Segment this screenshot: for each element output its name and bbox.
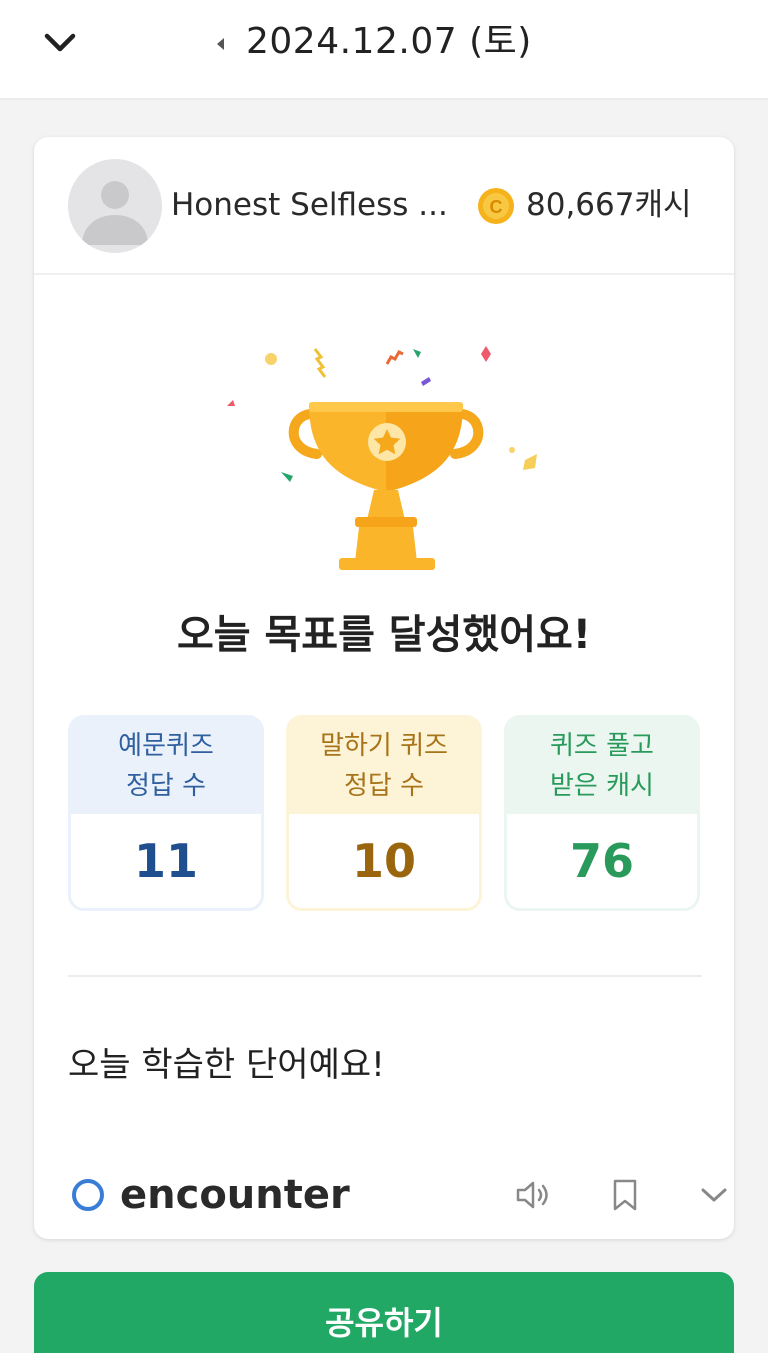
bookmark-icon[interactable]: [605, 1175, 645, 1215]
result-card: Honest Selfless ... C 80,667캐시 오늘 목표를 달성…: [34, 137, 734, 1239]
chevron-down-icon[interactable]: [38, 26, 82, 60]
stat-value: 10: [289, 814, 479, 908]
stat-value: 76: [507, 814, 697, 908]
circle-icon: [72, 1179, 104, 1211]
list-item[interactable]: encounter: [68, 1167, 727, 1223]
stat-label-line: 정답 수: [343, 771, 425, 801]
user-silhouette-icon: [82, 181, 148, 245]
trophy-icon: [209, 332, 559, 582]
coin-icon: C: [477, 187, 515, 225]
profile-header: Honest Selfless ... C 80,667캐시: [34, 137, 734, 275]
cash-balance: 80,667캐시: [526, 187, 692, 223]
caret-left-icon[interactable]: [210, 30, 230, 58]
stat-label: 말하기 퀴즈 정답 수: [289, 718, 479, 814]
stat-label-line: 정답 수: [125, 771, 207, 801]
speaker-icon[interactable]: [514, 1175, 554, 1215]
divider: [68, 975, 702, 977]
stat-label-line: 예문퀴즈: [118, 731, 214, 761]
user-name: Honest Selfless ...: [171, 187, 448, 223]
top-bar: 2024.12.07 (토): [0, 0, 768, 100]
stat-speaking-quiz: 말하기 퀴즈 정답 수 10: [286, 715, 482, 911]
stat-label-line: 받은 캐시: [550, 771, 654, 801]
stat-sentence-quiz: 예문퀴즈 정답 수 11: [68, 715, 264, 911]
coin-symbol: C: [490, 197, 503, 217]
share-button[interactable]: 공유하기: [34, 1272, 734, 1353]
word-text: encounter: [120, 1172, 350, 1218]
stat-label-line: 퀴즈 풀고: [550, 731, 654, 761]
stat-label: 퀴즈 풀고 받은 캐시: [507, 718, 697, 814]
stat-label-line: 말하기 퀴즈: [320, 731, 448, 761]
goal-achieved-title: 오늘 목표를 달성했어요!: [176, 612, 592, 658]
date-title: 2024.12.07 (토): [246, 21, 532, 62]
stat-value: 11: [71, 814, 261, 908]
learned-words-title: 오늘 학습한 단어예요!: [68, 1045, 385, 1085]
stat-label: 예문퀴즈 정답 수: [71, 718, 261, 814]
avatar: [68, 159, 162, 253]
stat-quiz-cash: 퀴즈 풀고 받은 캐시 76: [504, 715, 700, 911]
chevron-down-icon[interactable]: [694, 1175, 734, 1215]
